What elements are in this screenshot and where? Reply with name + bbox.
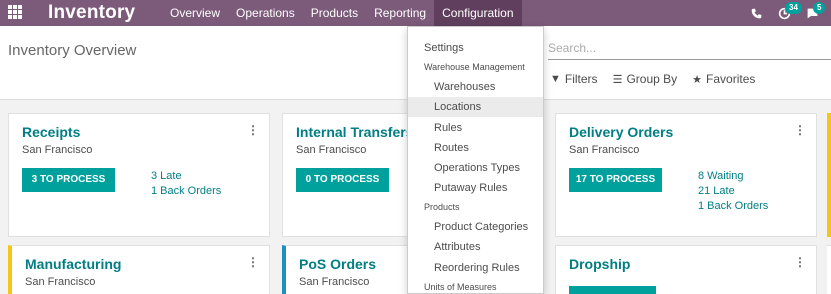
card-stats: 3 Late 1 Back Orders bbox=[151, 169, 221, 199]
menu-overview[interactable]: Overview bbox=[162, 0, 228, 26]
filters-label: Filters bbox=[564, 72, 598, 86]
dropdown-item-operations-types[interactable]: Operations Types bbox=[408, 158, 543, 178]
to-process-button[interactable] bbox=[569, 286, 656, 294]
stat-link[interactable]: 1 Back Orders bbox=[151, 184, 221, 199]
dropdown-item-routes[interactable]: Routes bbox=[408, 138, 543, 158]
groupby-label: Group By bbox=[626, 72, 678, 86]
card-title[interactable]: Receipts bbox=[22, 124, 80, 140]
card-dropship: Dropship ⋮ bbox=[555, 245, 817, 294]
dropdown-item-attributes[interactable]: Attributes bbox=[408, 237, 543, 257]
search-options: ▼ Filters ☰ Group By ★ Favorites bbox=[550, 72, 770, 86]
groupby-button[interactable]: ☰ Group By bbox=[613, 72, 678, 86]
list-icon: ☰ bbox=[612, 73, 623, 86]
chat-icon[interactable]: 5 bbox=[803, 2, 826, 22]
apps-grid-icon[interactable] bbox=[8, 5, 22, 19]
card-subtitle: San Francisco bbox=[569, 144, 640, 156]
clock-icon[interactable]: 34 bbox=[775, 2, 802, 22]
menu-products[interactable]: Products bbox=[303, 0, 366, 26]
card-title[interactable]: Internal Transfers bbox=[296, 124, 414, 140]
card-title[interactable]: PoS Orders bbox=[299, 256, 376, 272]
stat-link[interactable]: 21 Late bbox=[698, 184, 768, 199]
card-partial-edge bbox=[827, 245, 831, 294]
dropdown-item-product-categories[interactable]: Product Categories bbox=[408, 217, 543, 237]
card-title[interactable]: Delivery Orders bbox=[569, 124, 673, 140]
app-brand[interactable]: Inventory bbox=[48, 0, 135, 26]
dropdown-item-warehouses[interactable]: Warehouses bbox=[408, 77, 543, 97]
kebab-menu-icon[interactable]: ⋮ bbox=[794, 255, 806, 269]
phone-icon[interactable] bbox=[747, 4, 765, 22]
systray: 34 5 bbox=[747, 0, 831, 26]
star-icon: ★ bbox=[692, 73, 703, 86]
menu-reporting[interactable]: Reporting bbox=[366, 0, 434, 26]
to-process-button[interactable]: 17 TO PROCESS bbox=[569, 168, 662, 192]
to-process-button[interactable]: 3 TO PROCESS bbox=[22, 168, 115, 192]
funnel-icon: ▼ bbox=[550, 73, 561, 85]
main-menu: Overview Operations Products Reporting C… bbox=[162, 0, 522, 26]
dropdown-header-warehouse: Warehouse Management bbox=[424, 62, 525, 72]
stat-link[interactable]: 3 Late bbox=[151, 169, 221, 184]
messages-badge: 5 bbox=[813, 2, 826, 14]
card-accent-edge bbox=[827, 113, 831, 237]
card-stats: 8 Waiting 21 Late 1 Back Orders bbox=[698, 169, 768, 214]
activity-badge: 34 bbox=[785, 2, 802, 14]
card-subtitle: San Francisco bbox=[22, 144, 93, 156]
card-subtitle: San Francisco bbox=[299, 276, 370, 288]
stat-link[interactable]: 1 Back Orders bbox=[698, 199, 768, 214]
card-subtitle: San Francisco bbox=[25, 276, 96, 288]
configuration-dropdown: Settings Warehouse Management Warehouses… bbox=[407, 26, 544, 294]
stat-link[interactable]: 8 Waiting bbox=[698, 169, 768, 184]
dropdown-item-putaway-rules[interactable]: Putaway Rules bbox=[408, 178, 543, 198]
kebab-menu-icon[interactable]: ⋮ bbox=[247, 123, 259, 137]
favorites-button[interactable]: ★ Favorites bbox=[692, 72, 755, 86]
filters-button[interactable]: ▼ Filters bbox=[550, 72, 598, 86]
page-title: Inventory Overview bbox=[8, 42, 137, 59]
favorites-label: Favorites bbox=[706, 72, 756, 86]
card-receipts: Receipts ⋮ San Francisco 3 TO PROCESS 3 … bbox=[8, 113, 270, 237]
dropdown-header-units: Units of Measures bbox=[424, 282, 497, 292]
dropdown-header-products: Products bbox=[424, 202, 460, 212]
kebab-menu-icon[interactable]: ⋮ bbox=[794, 123, 806, 137]
top-navbar: Inventory Overview Operations Products R… bbox=[0, 0, 831, 26]
dropdown-item-settings[interactable]: Settings bbox=[408, 38, 543, 58]
card-manufacturing: Manufacturing ⋮ San Francisco bbox=[8, 245, 270, 294]
card-title[interactable]: Manufacturing bbox=[25, 256, 121, 272]
menu-configuration[interactable]: Configuration bbox=[434, 0, 522, 26]
to-process-button[interactable]: 0 TO PROCESS bbox=[296, 168, 389, 192]
card-delivery-orders: Delivery Orders ⋮ San Francisco 17 TO PR… bbox=[555, 113, 817, 237]
kebab-menu-icon[interactable]: ⋮ bbox=[247, 255, 259, 269]
menu-operations[interactable]: Operations bbox=[228, 0, 303, 26]
search-input[interactable] bbox=[548, 38, 831, 58]
search-bar bbox=[548, 38, 831, 60]
dropdown-item-reordering-rules[interactable]: Reordering Rules bbox=[408, 258, 543, 278]
card-title[interactable]: Dropship bbox=[569, 256, 630, 272]
dropdown-item-locations[interactable]: Locations bbox=[408, 97, 543, 117]
dropdown-item-rules[interactable]: Rules bbox=[408, 118, 543, 138]
card-subtitle: San Francisco bbox=[296, 144, 367, 156]
